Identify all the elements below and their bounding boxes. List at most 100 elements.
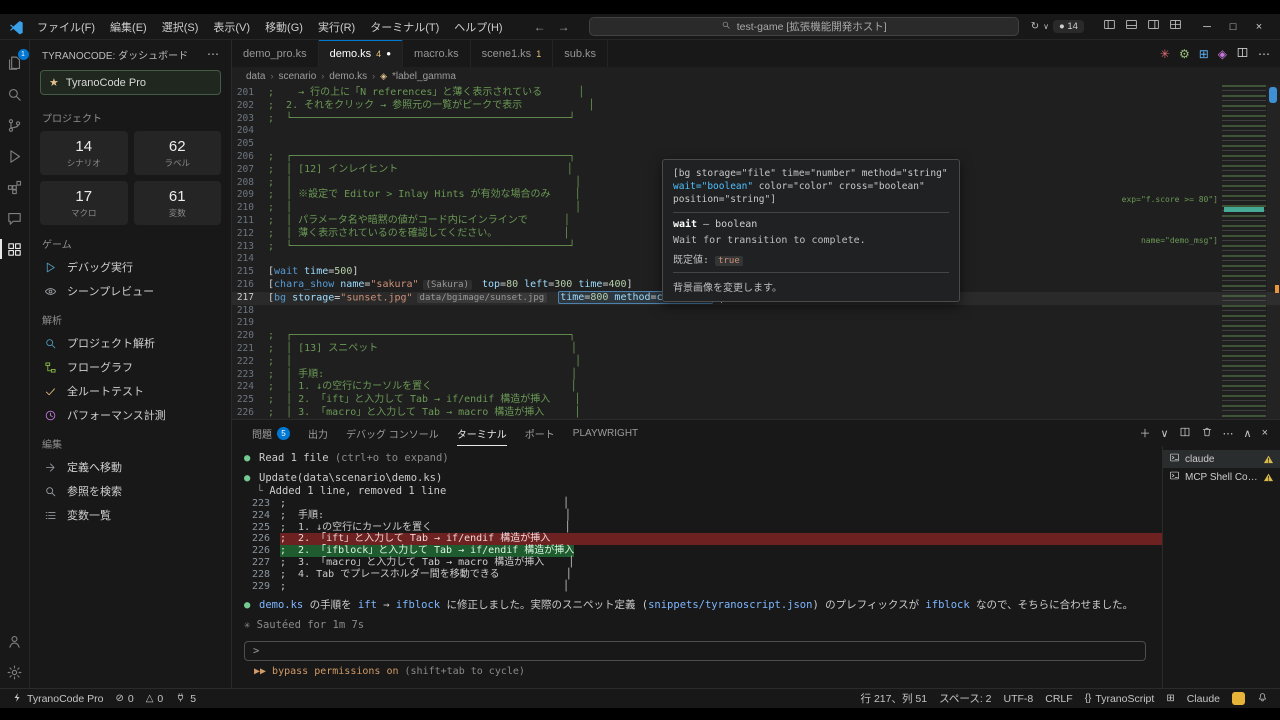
menu-item[interactable]: ファイル(F) [30, 17, 102, 37]
terminal-list-item-claude[interactable]: claude [1163, 450, 1280, 468]
code-line-221[interactable]: 221 ; │ [13] スニペット │ [232, 343, 1280, 356]
code-line-218[interactable]: 218 [232, 305, 1280, 318]
panel-tab-ターミナル[interactable]: ターミナル [449, 420, 515, 446]
code-line-203[interactable]: 203 ; └──────────────────────────────────… [232, 113, 1280, 126]
tyrano-gear-icon[interactable]: ⚙ [1179, 47, 1190, 61]
breadcrumb[interactable]: data › scenario › demo.ks › ◈ *label_gamma [232, 67, 1280, 85]
layout-grid-status[interactable]: ⊞ [1160, 689, 1180, 708]
panel-tab-PLAYWRIGHT[interactable]: PLAYWRIGHT [565, 420, 646, 446]
sidebar-item-フローグラフ[interactable]: フローグラフ [30, 355, 231, 379]
menu-item[interactable]: 実行(R) [311, 17, 362, 37]
encoding[interactable]: UTF-8 [998, 689, 1040, 708]
code-line-205[interactable]: 205 [232, 138, 1280, 151]
panel-tab-問題[interactable]: 問題 5 [244, 420, 298, 446]
code-line-202[interactable]: 202 ; 2. それをクリック → 参照元の一覧がピークで表示 │ [232, 100, 1280, 113]
forward-icon[interactable]: → [558, 20, 570, 34]
ports-status[interactable]: 5 [169, 689, 202, 708]
menu-item[interactable]: 表示(V) [206, 17, 257, 37]
run-debug-icon[interactable] [0, 141, 30, 172]
menu-item[interactable]: ヘルプ(H) [447, 17, 509, 37]
explorer-icon[interactable]: 1 [0, 48, 30, 79]
sidebar-item-デバッグ実行[interactable]: デバッグ実行 [30, 255, 231, 279]
code-editor[interactable]: 201 ; → 行の上に「N references」と薄く表示されている │ 202… [232, 85, 1280, 419]
customize-layout-icon[interactable] [1169, 18, 1182, 36]
claude-status[interactable]: Claude [1181, 689, 1226, 708]
settings-gear-icon[interactable] [0, 657, 30, 688]
sidebar-item-参照を検索[interactable]: 参照を検索 [30, 479, 231, 503]
language-mode[interactable]: {} TyranoScript [1079, 689, 1161, 708]
tab-macro.ks[interactable]: macro.ks [403, 40, 471, 67]
menu-item[interactable]: 選択(S) [155, 17, 206, 37]
sidebar-item-全ルートテスト[interactable]: 全ルートテスト [30, 379, 231, 403]
kill-terminal-icon[interactable] [1201, 426, 1213, 441]
terminal-dropdown-icon[interactable]: ∨ [1160, 427, 1168, 440]
sidebar-item-変数一覧[interactable]: 変数一覧 [30, 503, 231, 527]
warnings-status[interactable]: △ 0 [140, 689, 170, 708]
code-line-204[interactable]: 204 [232, 125, 1280, 138]
sidebar-item-プロジェクト解析[interactable]: プロジェクト解析 [30, 331, 231, 355]
minimize-button[interactable]: ─ [1194, 21, 1220, 33]
more-actions-icon[interactable]: ⋯ [1258, 47, 1270, 61]
split-editor-icon[interactable] [1236, 46, 1249, 62]
tyranocode-pro-status[interactable]: TyranoCode Pro [6, 689, 109, 708]
breadcrumb-item[interactable]: demo.ks [329, 71, 367, 82]
chat-icon[interactable] [0, 203, 30, 234]
toggle-secondary-sidebar-icon[interactable] [1147, 18, 1160, 36]
tyranocode-dashboard-icon[interactable] [0, 234, 30, 265]
claude-prompt-input[interactable]: > [244, 641, 1146, 662]
menu-item[interactable]: ターミナル(T) [363, 17, 446, 37]
sidebar-more-icon[interactable]: ⋯ [207, 47, 219, 61]
sparkle-icon[interactable]: ✳ [1160, 47, 1170, 61]
maximize-button[interactable]: □ [1220, 21, 1246, 33]
code-line-222[interactable]: 222 ; │ │ [232, 356, 1280, 369]
code-line-225[interactable]: 225 ; │ 2. 「ift」と入力して Tab → if/endif 構造が挿… [232, 394, 1280, 407]
close-button[interactable]: × [1246, 21, 1272, 33]
toggle-sidebar-icon[interactable] [1103, 18, 1116, 36]
code-line-223[interactable]: 223 ; │ 手順: │ [232, 369, 1280, 382]
code-line-219[interactable]: 219 [232, 317, 1280, 330]
breadcrumb-symbol[interactable]: *label_gamma [392, 71, 456, 82]
code-line-201[interactable]: 201 ; → 行の上に「N references」と薄く表示されている │ [232, 87, 1280, 100]
preview-grid-icon[interactable]: ⊞ [1199, 47, 1209, 61]
split-terminal-icon[interactable] [1179, 426, 1191, 441]
toggle-panel-icon[interactable] [1125, 18, 1138, 36]
account-icon[interactable] [0, 626, 30, 657]
sidebar-item-パフォーマンス計測[interactable]: パフォーマンス計測 [30, 403, 231, 427]
panel-tab-デバッグ コンソール[interactable]: デバッグ コンソール [338, 420, 447, 446]
claude-badge-icon[interactable] [1226, 689, 1251, 708]
panel-tab-出力[interactable]: 出力 [300, 420, 336, 446]
source-control-icon[interactable] [0, 110, 30, 141]
menu-item[interactable]: 編集(E) [103, 17, 154, 37]
breadcrumb-item[interactable]: data [246, 71, 265, 82]
editor-scrollbar[interactable] [1267, 85, 1280, 419]
refresh-icon[interactable]: ↻ [1031, 21, 1039, 32]
breadcrumb-item[interactable]: scenario [278, 71, 316, 82]
tyranocode-pro-card[interactable]: ★ TyranoCode Pro [40, 70, 221, 95]
sidebar-item-シーンプレビュー[interactable]: シーンプレビュー [30, 279, 231, 303]
tab-sub.ks[interactable]: sub.ks [553, 40, 608, 67]
sidebar-item-定義へ移動[interactable]: 定義へ移動 [30, 455, 231, 479]
search-icon[interactable] [0, 79, 30, 110]
errors-status[interactable]: ⊘ 0 [109, 689, 139, 708]
more-icon[interactable]: ⋯ [1223, 427, 1234, 440]
tab-scene1.ks[interactable]: scene1.ks 1 [470, 40, 554, 67]
notifications-bell-icon[interactable] [1251, 689, 1274, 708]
new-terminal-icon[interactable]: ＋ [1139, 425, 1150, 441]
tab-demo.ks[interactable]: demo.ks 4 ● [318, 40, 404, 67]
tab-demo_pro.ks[interactable]: demo_pro.ks [232, 40, 319, 67]
terminal-list-item-MCP Shell Commands[interactable]: MCP Shell Commands [1163, 468, 1280, 486]
menu-item[interactable]: 移動(G) [258, 17, 310, 37]
assistant-icon[interactable]: ◈ [1218, 47, 1227, 61]
maximize-panel-icon[interactable]: ∧ [1244, 427, 1252, 440]
chevron-down-icon[interactable]: ∨ [1043, 22, 1049, 31]
cursor-position[interactable]: 行 217、列 51 [855, 689, 934, 708]
minimap[interactable] [1222, 85, 1266, 419]
terminal-output[interactable]: ● Read 1 file (ctrl+o to expand) ● Update(d… [232, 446, 1162, 688]
command-center-search[interactable]: test-game [拡張機能開発ホスト] [588, 17, 1019, 36]
eol[interactable]: CRLF [1039, 689, 1078, 708]
code-line-226[interactable]: 226 ; │ 3. 「macro」と入力して Tab → macro 構造が挿入… [232, 407, 1280, 419]
code-line-224[interactable]: 224 ; │ 1. ↓の空行にカーソルを置く │ [232, 381, 1280, 394]
panel-tab-ポート[interactable]: ポート [517, 420, 563, 446]
back-icon[interactable]: ← [534, 20, 546, 34]
code-line-220[interactable]: 220 ; ┌──────────────────────────────────… [232, 330, 1280, 343]
